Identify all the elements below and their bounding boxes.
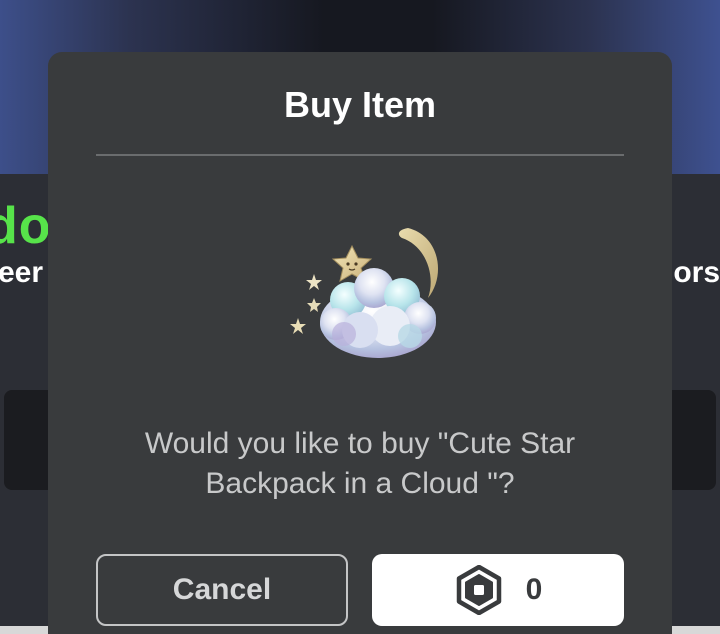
buy-button[interactable]: 0 (372, 554, 624, 626)
background-heading-fragment: do (0, 197, 52, 255)
price-label: 0 (525, 573, 543, 606)
cancel-button[interactable]: Cancel (96, 554, 348, 626)
game-screen: do eer ors Buy Item Would you like to bu… (0, 0, 720, 634)
dialog-title: Buy Item (283, 84, 437, 125)
title-divider (96, 154, 624, 156)
purchase-prompt: Would you like to buy "Cute Star Backpac… (144, 427, 576, 500)
background-right-text: ors (673, 256, 720, 289)
robux-icon (456, 565, 501, 615)
background-left-text: eer (0, 256, 44, 289)
item-thumbnail-icon (290, 228, 439, 358)
